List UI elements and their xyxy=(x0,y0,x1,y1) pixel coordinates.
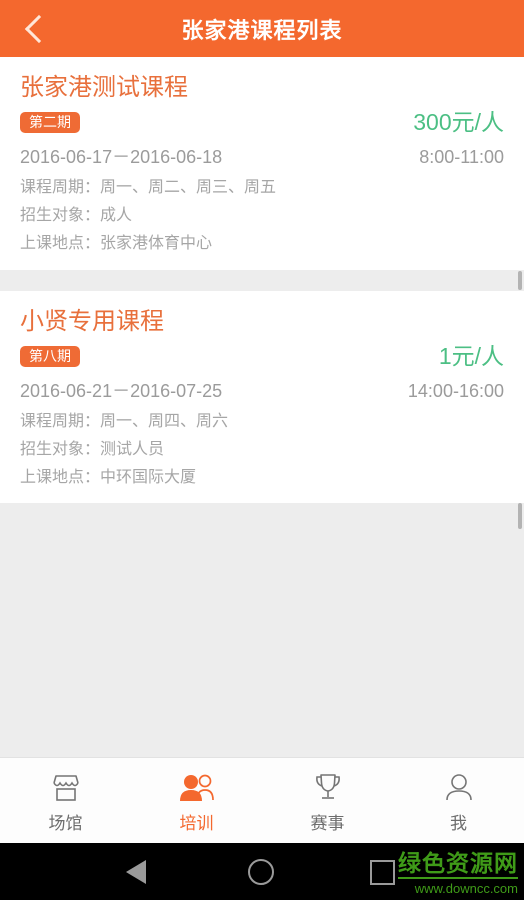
empty-list-area xyxy=(0,503,524,694)
tab-events[interactable]: 赛事 xyxy=(262,758,393,843)
tab-venues[interactable]: 场馆 xyxy=(0,758,131,843)
bottom-tab-bar: 场馆 培训 赛事 我 xyxy=(0,757,524,843)
course-title: 张家港测试课程 xyxy=(20,74,188,101)
triangle-back-icon[interactable] xyxy=(126,860,146,884)
tab-label: 我 xyxy=(450,814,467,833)
course-location: 上课地点：中环国际大厦 xyxy=(20,468,197,486)
scrollbar-thumb[interactable] xyxy=(518,503,522,530)
course-date-time-row: 2016-06-17－2016-06-18 8:00-11:00 xyxy=(20,143,504,169)
term-badge: 第二期 xyxy=(20,112,80,133)
course-badge-price-row: 第八期 1元/人 xyxy=(20,342,504,369)
square-recents-icon[interactable] xyxy=(370,860,395,885)
watermark-url: www.downcc.com xyxy=(414,881,518,896)
course-price: 1元/人 xyxy=(438,342,504,369)
android-nav-bar: 绿色资源网 www.downcc.com xyxy=(0,843,524,900)
course-period: 课程周期：周一、周四、周六 xyxy=(20,412,229,430)
course-period: 课程周期：周一、周二、周三、周五 xyxy=(20,179,277,196)
course-card[interactable]: 小贤专用课程 第八期 1元/人 2016-06-21－2016-07-25 14… xyxy=(0,290,524,504)
term-badge: 第八期 xyxy=(20,345,80,367)
course-title: 小贤专用课程 xyxy=(20,307,164,335)
circle-home-icon[interactable] xyxy=(248,859,274,885)
course-date-range: 2016-06-17－2016-06-18 xyxy=(20,147,223,167)
course-list[interactable]: 张家港测试课程 第二期 300元/人 2016-06-17－2016-06-18… xyxy=(0,57,524,757)
scrollbar-thumb[interactable] xyxy=(518,270,522,290)
course-time-range: 8:00-11:00 xyxy=(419,147,504,167)
tab-profile[interactable]: 我 xyxy=(393,758,524,843)
course-date-time-row: 2016-06-21－2016-07-25 14:00-16:00 xyxy=(20,377,504,403)
course-audience: 招生对象：成人 xyxy=(20,207,133,225)
watermark-name: 绿色资源网 xyxy=(398,852,518,879)
course-location: 上课地点：张家港体育中心 xyxy=(20,235,213,253)
course-price: 300元/人 xyxy=(413,109,504,135)
people-icon xyxy=(178,771,216,805)
course-time-range: 14:00-16:00 xyxy=(407,380,504,401)
tab-training[interactable]: 培训 xyxy=(131,758,262,843)
person-icon xyxy=(443,771,475,805)
course-date-range: 2016-06-21－2016-07-25 xyxy=(20,380,223,401)
storefront-icon xyxy=(49,771,83,805)
tab-label: 场馆 xyxy=(48,814,83,833)
course-audience: 招生对象：测试人员 xyxy=(20,440,165,458)
page-title: 张家港课程列表 xyxy=(181,17,343,43)
chevron-left-icon xyxy=(24,14,53,43)
back-button[interactable] xyxy=(8,0,64,57)
course-card[interactable]: 张家港测试课程 第二期 300元/人 2016-06-17－2016-06-18… xyxy=(0,57,524,270)
app-header: 张家港课程列表 xyxy=(0,0,524,57)
tab-label: 赛事 xyxy=(310,814,345,833)
course-badge-price-row: 第二期 300元/人 xyxy=(20,111,504,134)
trophy-icon xyxy=(311,771,345,805)
watermark: 绿色资源网 www.downcc.com xyxy=(398,852,518,895)
list-separator xyxy=(0,269,524,291)
tab-label: 培训 xyxy=(179,814,214,833)
phone-screen: 张家港课程列表 张家港测试课程 第二期 300元/人 2016-06-17－20… xyxy=(0,0,524,900)
